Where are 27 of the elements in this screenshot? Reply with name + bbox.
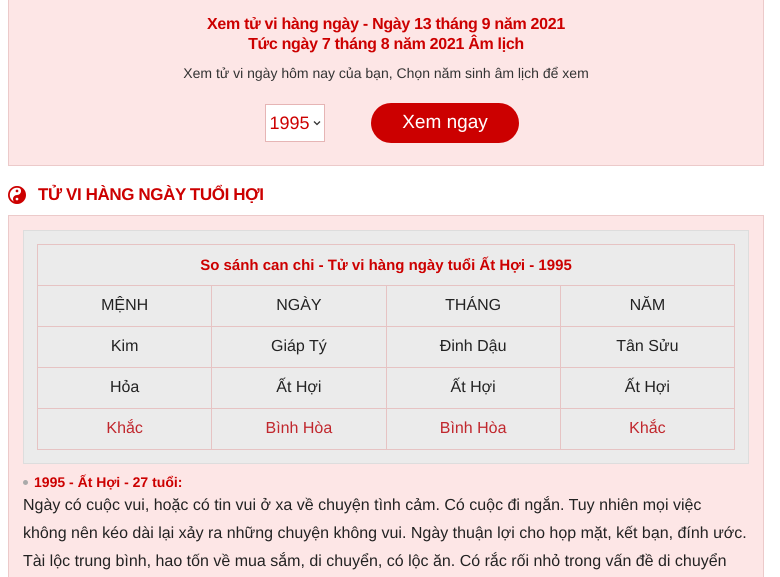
table-cell: Đinh Dậu [386,326,560,368]
column-header: MỆNH [38,286,212,326]
table-cell: Khắc [38,408,212,450]
chevron-down-icon [312,120,321,126]
table-cell: Bình Hòa [386,408,560,450]
table-cell: Tân Sửu [560,326,734,368]
entry-label: 1995 - Ất Hợi - 27 tuổi: [34,474,182,490]
subtitle: Xem tử vi ngày hôm nay của bạn, Chọn năm sinh âm lịch để xem [183,65,589,81]
column-header: NĂM [560,286,734,326]
table-cell: Giáp Tý [212,326,386,368]
column-header: THÁNG [386,286,560,326]
table-cell: Hỏa [38,368,212,408]
view-button[interactable]: Xem ngay [371,103,519,143]
table-cell: Ất Hợi [386,368,560,408]
table-cell: Khắc [560,408,734,450]
section-heading: TỬ VI HÀNG NGÀY TUỔI HỢI [38,185,264,205]
column-header: NGÀY [212,286,386,326]
table-cell: Kim [38,326,212,368]
page-title: Xem tử vi hàng ngày - Ngày 13 tháng 9 năm 2021 Tức ngày 7 tháng 8 năm 2021 Âm lịch [207,15,565,55]
table-caption: So sánh can chi - Tử vi hàng ngày tuổi Ất Hợi - 1995 [38,244,734,286]
yin-yang-icon [8,186,26,204]
bullet-icon [23,480,28,484]
year-select[interactable]: 1995 [265,104,325,142]
table-cell: Ất Hợi [212,368,386,408]
horoscope-text: Ngày có cuộc vui, hoặc có tin vui ở xa về chuyện tình cảm. Có cuộc đi ngắn. Tuy nhiên mọi việc không nên kéo dài lại xảy ra những chuyện không vui. Ngày thuận lợi cho họp mặt, kết bạn, đính ước. Tài lộc trung bình, hao tốn về mua sắm, di chuyển, có lộc ăn. Có rắc rối nhỏ trong vấn đề di chuyển [23,495,748,572]
table-cell: Bình Hòa [212,408,386,450]
table-cell: Ất Hợi [560,368,734,408]
